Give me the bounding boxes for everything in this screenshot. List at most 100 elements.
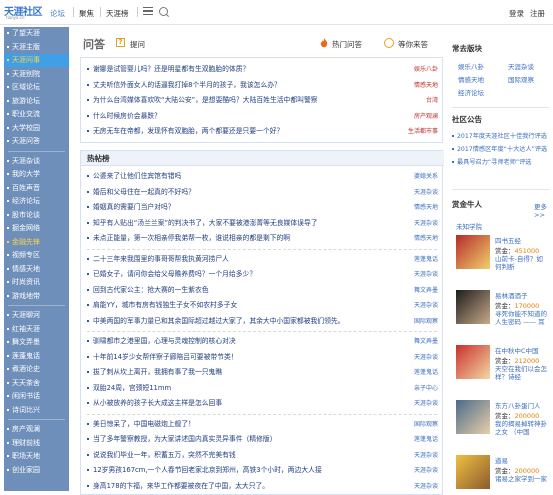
bounty-person-desc[interactable]: 天空在我们以会怎样？诗经 [495, 365, 549, 381]
bounty-person-name[interactable]: 四书五经 [495, 235, 521, 245]
sidebar-item[interactable]: 闲闲书话 [4, 390, 69, 403]
avatar[interactable] [456, 400, 490, 434]
bounty-person-name[interactable]: 道易 [495, 455, 508, 465]
post-title-link[interactable]: 二十三年来我围里的事哥哥帮我执黄河捞尸人 [93, 253, 229, 266]
board-link[interactable]: 娱乐八卦 [458, 61, 484, 71]
sidebar-item[interactable]: 天涯别院 [4, 68, 69, 81]
post-title-link[interactable]: 从小被放养的孩子长大成这主样是怎么回事 [93, 397, 222, 410]
list-item[interactable]: 为什么台湾媒体喜欢吹“大陆公安”，是想耍酷吗？大陆百姓生活中都叫警察 台湾 [81, 94, 444, 107]
list-item[interactable]: 什么时候房价会暴跌？ 房产观澜 [81, 110, 444, 123]
category-link[interactable]: 天涯杂谈 [414, 268, 438, 281]
category-link[interactable]: 天涯杂谈 [414, 186, 438, 199]
sidebar-item[interactable]: 视频专区 [4, 249, 69, 262]
sidebar-item[interactable]: 旅游论坛 [4, 95, 69, 108]
category-link[interactable]: 国际观察 [414, 418, 438, 431]
category-link[interactable]: 婆媳关系 [414, 170, 438, 183]
list-item[interactable]: 从小被放养的孩子长大成这主样是怎么回事 天涯杂谈 [81, 397, 444, 410]
register-link[interactable]: 注册 [530, 8, 545, 19]
post-title-link[interactable]: 回到古代家公主：抢大赛的一生紫衣色 [93, 284, 209, 297]
board-link[interactable]: 情感天地 [458, 74, 484, 84]
list-item[interactable]: 婚后和父母住在一起真的不好吗？ 天涯杂谈 [81, 186, 444, 199]
post-title-link[interactable]: 拔了刺从坎上离开，我拥有事了我一只鬼瞧 [93, 366, 222, 379]
list-item[interactable]: 当了多年警察教授，为大家讲述国内真实灵异事件（精修版） 莲蓬鬼话 [81, 433, 444, 446]
category-link[interactable]: 生活都市事 [408, 125, 438, 138]
category-link[interactable]: 莲蓬鬼话 [414, 253, 438, 266]
category-link[interactable]: 情感天地 [414, 201, 438, 214]
category-link[interactable]: 天涯杂谈 [414, 217, 438, 230]
sidebar-item[interactable]: 职业交流 [4, 108, 69, 121]
sidebar-item[interactable]: 理财前线 [4, 437, 69, 450]
list-item[interactable]: 丈夫听信外面女人的话逼我打掉8个半月的孩子，我该怎么办？ 情感天地 [81, 79, 444, 92]
bounty-person-desc[interactable]: 我的揭易掉转神卦之女 （中国 [495, 420, 549, 436]
hot-qa-tab[interactable]: 热门问答 [332, 39, 362, 50]
bounty-person-desc[interactable]: 山前卡-自得？如何判断 [495, 255, 549, 271]
sidebar-item[interactable]: 房产观澜 [4, 423, 69, 436]
list-item[interactable]: 双胎24周，宫颈短11mm 亲子中心 [81, 382, 444, 395]
bounty-person-desc[interactable]: 寻死你能不知道的人生密码 —— 耳 [495, 310, 549, 326]
post-title-link[interactable]: 公婆来了让他们住宾馆有错吗 [93, 170, 181, 183]
board-link[interactable]: 经济论坛 [458, 87, 484, 97]
list-item[interactable]: 二十三年来我围里的事哥哥帮我执黄河捞尸人 莲蓬鬼话 [81, 253, 444, 266]
sidebar-item[interactable]: 经济论坛 [4, 195, 69, 208]
category-link[interactable]: 亲子中心 [414, 382, 438, 395]
sidebar-item[interactable]: 了望天涯 [4, 27, 69, 40]
nav-focus[interactable]: 聚焦 [79, 8, 94, 19]
notice-item[interactable]: 2017年度天涯社区十佳我行评选 [452, 131, 549, 140]
sidebar-item[interactable]: 大学校园 [4, 122, 69, 135]
post-title-link[interactable]: 双胎24周，宫颈短11mm [93, 382, 171, 395]
list-item[interactable]: 婚姻真的需要门当户对吗？ 情感天地 [81, 201, 444, 214]
category-link[interactable]: 台湾 [426, 94, 438, 107]
category-link[interactable]: 情感天地 [414, 79, 438, 92]
sidebar-item[interactable]: 天涯聊河 [4, 309, 69, 322]
sidebar-item[interactable]: 诗词比兴 [4, 404, 69, 417]
sidebar-item[interactable]: 股市论谈 [4, 209, 69, 222]
list-item[interactable]: 知乎有人贴出“汤兰兰案”的判决书了，大家不要被港澎菁等无良媒体误导了 天涯杂谈 [81, 217, 444, 230]
menu-icon[interactable] [143, 7, 153, 16]
sidebar-item[interactable]: 天天茶舍 [4, 377, 69, 390]
post-title-link[interactable]: 说说我们毕业一年，积蓄五万，突然不完美有钱 [93, 449, 236, 462]
post-title-link[interactable]: 驯啸都市之港里国，心理与灵魂控制的核心对决 [93, 335, 236, 348]
category-link[interactable]: 娱乐八卦 [414, 63, 438, 76]
category-link[interactable]: 舞文弄墨 [414, 284, 438, 297]
post-title-link[interactable]: 无房无车在帝都，发现怀有双胞胎，两个都要还是只要一个好？ [93, 125, 283, 138]
post-title-link[interactable]: 美日惊呆了，中国电磁炮上舰了！ [93, 418, 195, 431]
sidebar-item[interactable]: 我的大学 [4, 168, 69, 181]
category-link[interactable]: 天涯杂谈 [414, 299, 438, 312]
category-link[interactable]: 情感天地 [414, 232, 438, 245]
avatar[interactable] [456, 235, 490, 269]
post-title-link[interactable]: 当了多年警察教授，为大家讲述国内真实灵异事件（精修版） [93, 433, 277, 446]
post-title-link[interactable]: 为什么台湾媒体喜欢吹“大陆公安”，是想耍酷吗？大陆百姓生活中都叫警察 [93, 94, 318, 107]
ask-button[interactable]: 提问 [130, 39, 145, 50]
waiting-answer-tab[interactable]: 等你来答 [398, 39, 428, 50]
bounty-person-name[interactable]: 东方八卦蛋门人 [495, 400, 541, 410]
ask-icon[interactable]: ? [116, 38, 125, 47]
sidebar-item[interactable]: 天涯问答 [4, 135, 69, 148]
list-item[interactable]: 中美两国的军事力量已和其余国际超过越过大家了，其余大中小国家都被我们领先。 国际观… [81, 315, 444, 328]
board-link[interactable]: 天涯杂谈 [508, 61, 534, 71]
category-link[interactable]: 天涯杂谈 [414, 464, 438, 477]
post-title-link[interactable]: 十年前14岁少女帮伴察子廊陪吕可要被带节类！ [93, 351, 238, 364]
list-item[interactable]: 驯啸都市之港里国，心理与灵魂控制的核心对决 舞文弄墨 [81, 335, 444, 348]
list-item[interactable]: 美日惊呆了，中国电磁炮上舰了！ 国际观察 [81, 418, 444, 431]
login-link[interactable]: 登录 [509, 8, 524, 19]
category-link[interactable]: 国际观察 [414, 315, 438, 328]
sidebar-item[interactable]: 金融先锋 [4, 236, 69, 249]
sidebar-item[interactable]: 职场天地 [4, 450, 69, 463]
sidebar-item[interactable]: 煮酒论史 [4, 363, 69, 376]
notice-item[interactable]: 最具号召力“寻师老师”评选 [452, 157, 549, 166]
list-item[interactable]: 说说我们毕业一年，积蓄五万，突然不完美有钱 天涯杂谈 [81, 449, 444, 462]
sidebar-item[interactable]: 创业家园 [4, 464, 69, 477]
nav-forum[interactable]: 论坛 [50, 8, 65, 19]
sidebar-item[interactable]: 红袖天涯 [4, 323, 69, 336]
list-item[interactable]: 无房无车在帝都，发现怀有双胞胎，两个都要还是只要一个好？ 生活都市事 [81, 125, 444, 138]
category-link[interactable]: 天涯杂谈 [414, 449, 438, 462]
bounty-person-desc[interactable]: 诸易之家学到一家 [495, 475, 549, 483]
list-item[interactable]: 肩能YY，城市有房有钱独生子女不如农村多子女 天涯杂谈 [81, 299, 444, 312]
sidebar-item[interactable]: 天涯杂谈 [4, 155, 69, 168]
post-title-link[interactable]: 知乎有人贴出“汤兰兰案”的判决书了，大家不要被港澎菁等无良媒体误导了 [93, 217, 318, 230]
bounty-person-name[interactable]: 易林酒酒子 [495, 290, 528, 300]
avatar[interactable] [456, 455, 490, 489]
unknown-academy-link[interactable]: 未知学院 [456, 221, 482, 231]
sidebar-item[interactable]: 情感天地 [4, 263, 69, 276]
sidebar-item[interactable]: 掘金网络 [4, 222, 69, 235]
